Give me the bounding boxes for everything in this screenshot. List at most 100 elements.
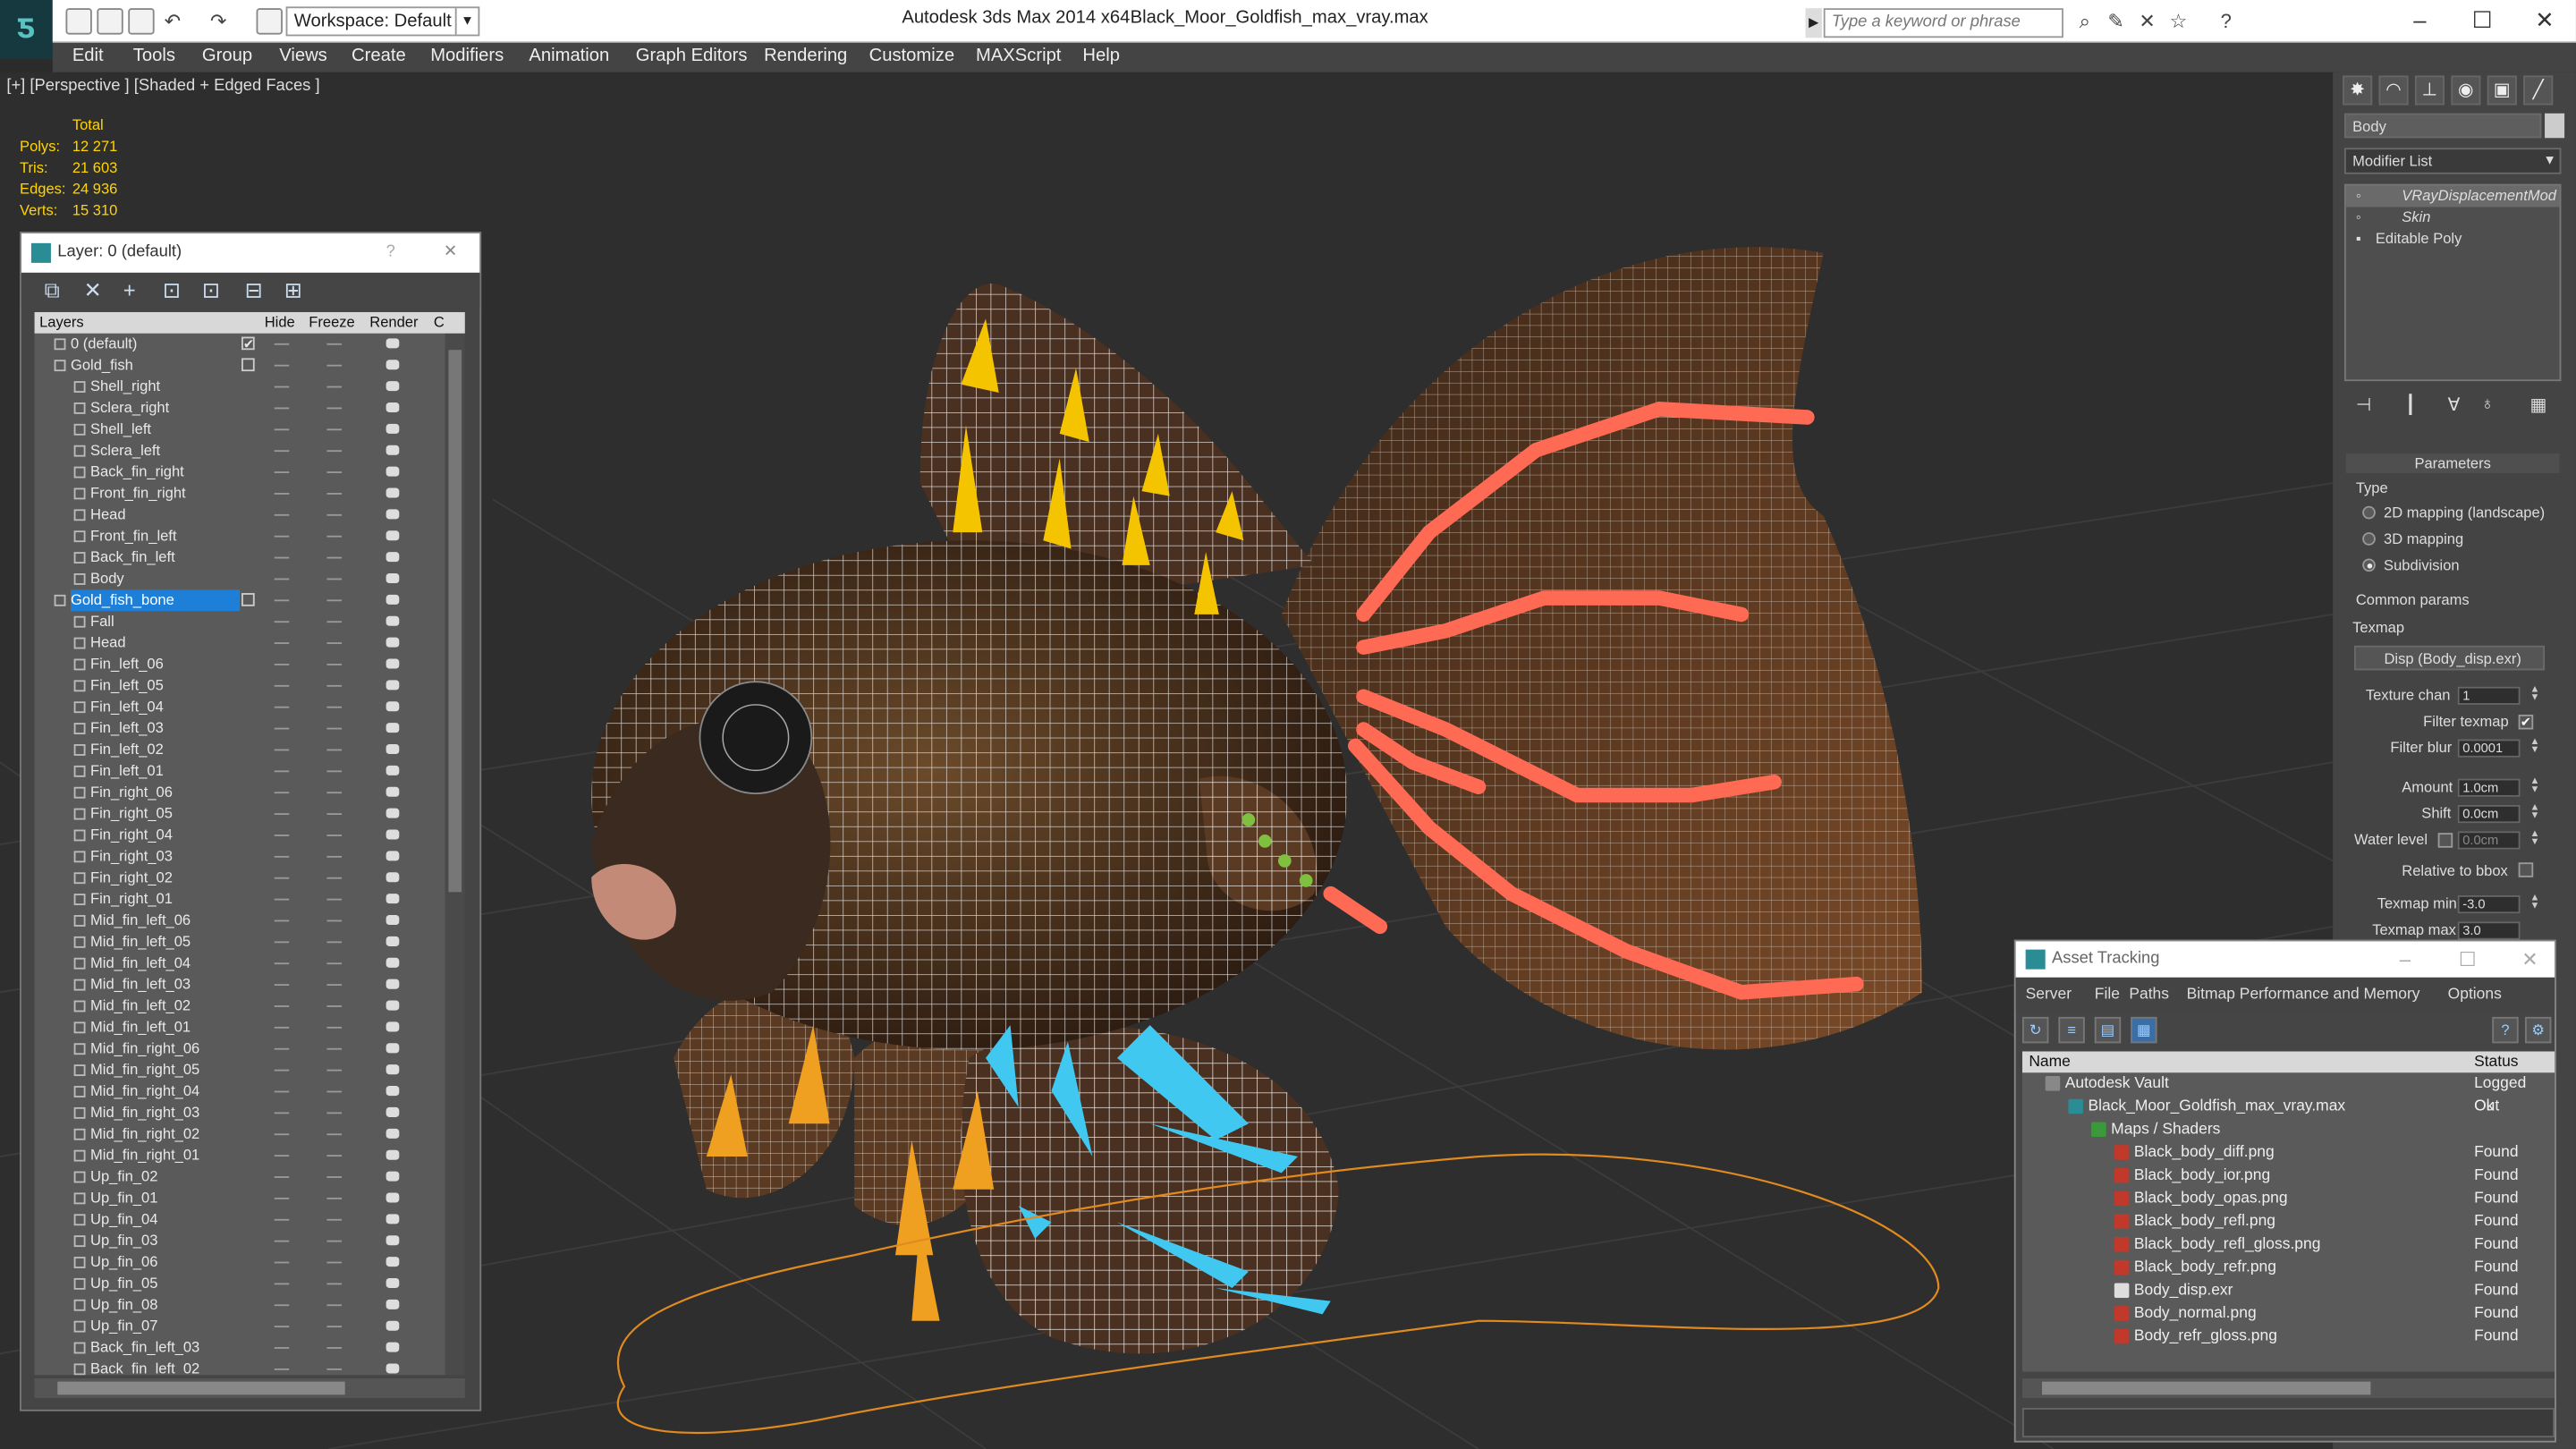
freeze-toggle[interactable] [326, 343, 343, 345]
layer-name[interactable]: Sclera_left [90, 440, 160, 462]
hide-toggle[interactable] [274, 941, 290, 944]
render-teapot-icon[interactable] [386, 338, 400, 349]
redo-icon[interactable]: ↷ [207, 10, 230, 33]
layer-row[interactable]: Fin_right_02 [35, 868, 445, 889]
hide-toggle[interactable] [274, 1176, 290, 1178]
layer-name[interactable]: Mid_fin_right_01 [90, 1145, 199, 1166]
layer-row[interactable]: Up_fin_03 [35, 1231, 445, 1252]
render-teapot-icon[interactable] [386, 894, 400, 904]
render-teapot-icon[interactable] [386, 872, 400, 883]
freeze-toggle[interactable] [326, 1112, 343, 1114]
freeze-toggle[interactable] [326, 493, 343, 495]
layer-name[interactable]: Shell_right [90, 377, 160, 398]
layer-name[interactable]: Fin_right_04 [90, 825, 173, 846]
render-teapot-icon[interactable] [386, 402, 400, 413]
render-teapot-icon[interactable] [386, 445, 400, 455]
freeze-toggle[interactable] [326, 835, 343, 836]
scroll-thumb[interactable] [57, 1381, 345, 1395]
bulb-icon[interactable]: ◦ [2356, 186, 2361, 208]
layer-row[interactable]: Up_fin_02 [35, 1166, 445, 1188]
render-teapot-icon[interactable] [386, 1149, 400, 1160]
layer-row[interactable]: Sclera_right [35, 397, 445, 419]
render-teapot-icon[interactable] [386, 915, 400, 926]
asset-row[interactable]: Black_Moor_Goldfish_max_vray.max Ok [2022, 1096, 2555, 1119]
hide-toggle[interactable] [274, 1090, 290, 1093]
asset-menu-bitmap[interactable]: Bitmap Performance and Memory [2187, 986, 2420, 1004]
hierarchy-tab-icon[interactable]: ⊥ [2414, 75, 2445, 106]
render-teapot-icon[interactable] [386, 1021, 400, 1032]
minimize-button[interactable]: – [2395, 5, 2445, 35]
layer-row[interactable]: Fin_left_02 [35, 740, 445, 761]
layer-row[interactable]: Sclera_left [35, 440, 445, 462]
hide-toggle[interactable] [274, 1197, 290, 1199]
hide-toggle[interactable] [274, 684, 290, 687]
hide-toggle[interactable] [274, 364, 290, 367]
save-file-icon[interactable] [128, 8, 155, 35]
radio-subdivision[interactable] [2362, 558, 2376, 572]
layer-name[interactable]: Mid_fin_left_01 [90, 1017, 191, 1038]
layer-row[interactable]: Back_fin_right [35, 462, 445, 483]
stack-item-skin[interactable]: ◦ Skin [2346, 207, 2560, 228]
render-teapot-icon[interactable] [386, 658, 400, 669]
freeze-toggle[interactable] [326, 428, 343, 431]
freeze-toggle[interactable] [326, 813, 343, 816]
freeze-toggle[interactable] [326, 1133, 343, 1136]
layer-name[interactable]: Fin_right_05 [90, 803, 173, 825]
stack-item-vraydisplacement[interactable]: ◦ VRayDisplacementMod [2345, 185, 2560, 208]
freeze-toggle[interactable] [326, 727, 343, 730]
parameters-rollout[interactable]: Parameters [2345, 453, 2560, 473]
layer-row[interactable]: Mid_fin_left_04 [35, 953, 445, 974]
spinner-arrows-icon[interactable]: ▲ ▼ [2529, 777, 2542, 797]
menu-group[interactable]: Group [202, 46, 252, 65]
render-teapot-icon[interactable] [386, 1000, 400, 1011]
spinner-arrows-icon[interactable]: ▲ ▼ [2529, 830, 2542, 849]
layer-row[interactable]: Fin_right_04 [35, 825, 445, 846]
layer-row[interactable]: Fin_left_03 [35, 718, 445, 740]
freeze-toggle[interactable] [326, 941, 343, 944]
filter-texmap-checkbox[interactable]: ✔ [2518, 714, 2534, 730]
asset-menu-paths[interactable]: Paths [2129, 986, 2169, 1004]
viewport-label[interactable]: [+] [Perspective ] [Shaded + Edged Faces… [6, 77, 319, 95]
search-input[interactable]: Type a keyword or phrase [1823, 8, 2063, 38]
freeze-toggle[interactable] [326, 749, 343, 751]
menu-views[interactable]: Views [279, 46, 327, 65]
hide-toggle[interactable] [274, 1155, 290, 1157]
texmap-min-spinner[interactable]: -3.0 [2457, 895, 2521, 914]
menu-graph-editors[interactable]: Graph Editors [636, 46, 748, 65]
render-teapot-icon[interactable] [386, 381, 400, 392]
layer-close-button[interactable]: ✕ [444, 233, 457, 273]
layer-name[interactable]: Up_fin_02 [90, 1166, 157, 1188]
layer-name[interactable]: Mid_fin_left_04 [90, 953, 191, 974]
amount-spinner[interactable]: 1.0cm [2457, 778, 2521, 797]
spinner-arrows-icon[interactable]: ▲ ▼ [2529, 894, 2542, 913]
freeze-toggle[interactable] [326, 877, 343, 879]
layer-name[interactable]: Mid_fin_left_03 [90, 974, 191, 996]
render-teapot-icon[interactable] [386, 1192, 400, 1203]
menu-help[interactable]: Help [1082, 46, 1120, 65]
hide-toggle[interactable] [274, 1005, 290, 1007]
layer-name[interactable]: 0 (default) [71, 334, 137, 355]
vault-help-icon[interactable]: ? [2492, 1016, 2519, 1044]
layer-row[interactable]: Back_fin_left [35, 547, 445, 569]
layer-name[interactable]: Back_fin_left_02 [90, 1359, 199, 1376]
asset-minimize-button[interactable]: – [2380, 941, 2429, 977]
create-tab-icon[interactable]: ✸ [2343, 75, 2373, 106]
freeze-toggle[interactable] [326, 556, 343, 559]
layer-row[interactable]: Fin_left_06 [35, 654, 445, 675]
layer-name[interactable]: Head [90, 632, 126, 654]
layer-row[interactable]: Up_fin_04 [35, 1209, 445, 1231]
render-teapot-icon[interactable] [386, 509, 400, 520]
freeze-toggle[interactable] [326, 1155, 343, 1157]
hide-toggle[interactable] [274, 450, 290, 453]
render-teapot-icon[interactable] [386, 1106, 400, 1117]
hide-toggle[interactable] [274, 664, 290, 665]
freeze-toggle[interactable] [326, 1090, 343, 1093]
spinner-arrows-icon[interactable]: ▲ ▼ [2529, 685, 2542, 705]
layer-name[interactable]: Front_fin_right [90, 483, 186, 504]
layer-name[interactable]: Mid_fin_right_02 [90, 1123, 199, 1145]
layer-name[interactable]: Fin_left_06 [90, 654, 164, 675]
menu-maxscript[interactable]: MAXScript [976, 46, 1061, 65]
freeze-toggle[interactable] [326, 919, 343, 922]
layer-name[interactable]: Fin_right_06 [90, 782, 173, 803]
layer-name[interactable]: Back_fin_left_03 [90, 1337, 199, 1359]
